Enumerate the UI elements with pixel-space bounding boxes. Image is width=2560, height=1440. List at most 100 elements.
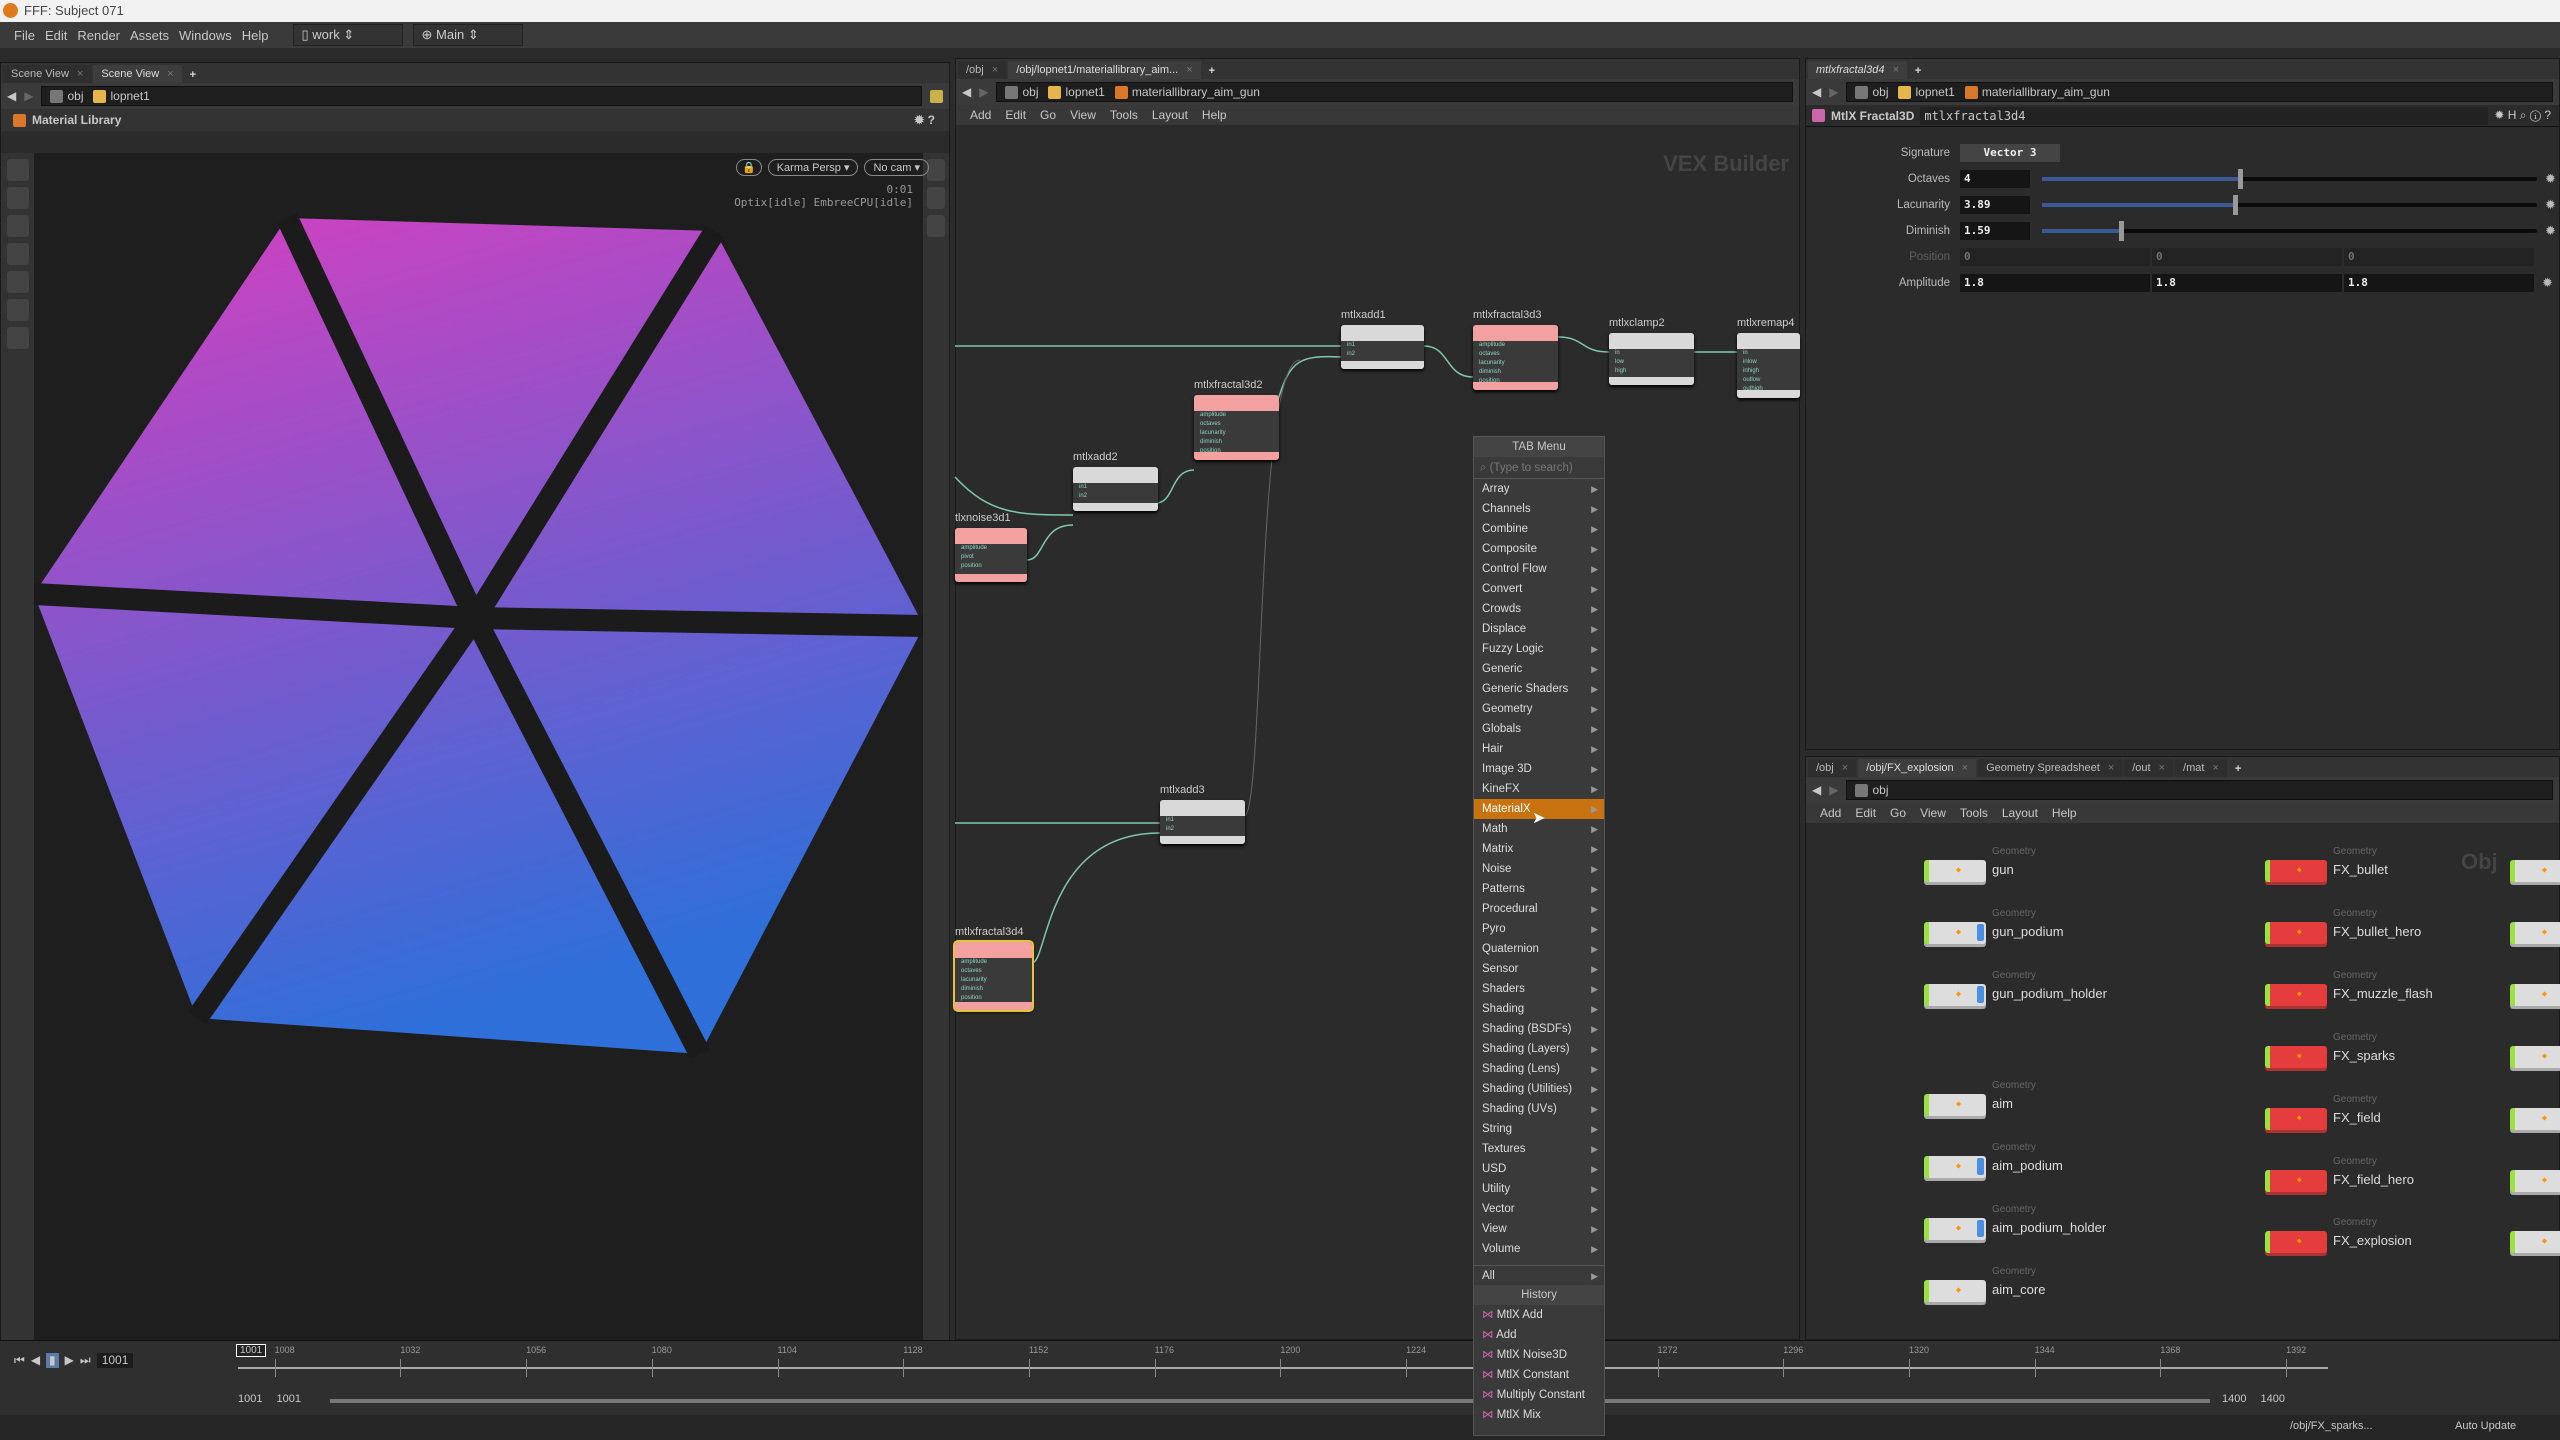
octaves-field[interactable]: 4 [1960, 170, 2030, 188]
back-arrow-icon[interactable]: ◀ [1812, 783, 1821, 797]
path-field[interactable]: obj lopnet1 materiallibrary_aim_gun [996, 82, 1793, 102]
amplitude-y[interactable]: 1.8 [2152, 274, 2342, 292]
tab-menu-item[interactable]: Combine ▶ [1474, 519, 1604, 539]
tab-menu-item[interactable]: Sensor ▶ [1474, 959, 1604, 979]
obj-menu-help[interactable]: Help [2052, 806, 2077, 820]
tab-menu-item[interactable]: Textures ▶ [1474, 1139, 1604, 1159]
tab-menu-item[interactable]: Convert ▶ [1474, 579, 1604, 599]
tab-menu-item[interactable]: Volume ▶ [1474, 1239, 1604, 1259]
lock-camera-icon[interactable]: 🔒 [736, 159, 762, 176]
tab-out[interactable]: /out × [2124, 759, 2174, 777]
net-menu-layout[interactable]: Layout [1152, 108, 1188, 122]
obj-node[interactable]: 🔸 [1924, 860, 1986, 882]
tab-menu-item[interactable]: Shading ▶ [1474, 999, 1604, 1019]
context-select[interactable]: ⊕ Main ⇕ [412, 24, 523, 46]
history-item[interactable]: ⋈ Multiply Constant [1474, 1385, 1604, 1405]
obj-menu-tools[interactable]: Tools [1960, 806, 1988, 820]
path-field[interactable]: obj lopnet1 [41, 86, 922, 106]
camera-tool-icon[interactable] [6, 327, 29, 349]
tab-menu-item[interactable]: Hair ▶ [1474, 739, 1604, 759]
light-tool-icon[interactable] [6, 299, 29, 321]
history-item[interactable]: ⋈ MtlX Noise3D [1474, 1345, 1604, 1365]
crumb-obj[interactable]: obj [1855, 85, 1888, 99]
range-slider[interactable] [330, 1399, 2210, 1403]
last-frame-icon[interactable]: ⏭ [80, 1353, 91, 1368]
display-options-icon[interactable] [927, 159, 945, 181]
obj-menu-add[interactable]: Add [1820, 806, 1841, 820]
frame-field[interactable]: 1001 [96, 1353, 134, 1368]
first-frame-icon[interactable]: ⏮ [14, 1353, 25, 1368]
obj-node[interactable]: 🔸 [2510, 1108, 2560, 1130]
current-frame-marker[interactable]: 1001 [236, 1344, 267, 1357]
timeline-ruler[interactable]: 1008 1032 1056 1080 1104 1128 1152 1176 1200 1224… [238, 1345, 2328, 1385]
tab-scene-view-1[interactable]: Scene View × [3, 65, 92, 83]
add-tab-button[interactable]: + [184, 67, 202, 83]
tab-materiallibrary[interactable]: /obj/lopnet1/materiallibrary_aim... × [1008, 61, 1201, 79]
tab-menu-item[interactable]: USD ▶ [1474, 1159, 1604, 1179]
gear-icon[interactable]: ✹ [2545, 223, 2556, 239]
menu-help[interactable]: Help [242, 28, 269, 43]
node-mtlxadd1[interactable]: in1 in2 [1341, 325, 1424, 369]
back-arrow-icon[interactable]: ◀ [1812, 85, 1821, 99]
tab-geometry-spreadsheet[interactable]: Geometry Spreadsheet × [1978, 759, 2123, 777]
camera-menu[interactable]: Karma Persp ▾ [767, 159, 859, 176]
lacunarity-field[interactable]: 3.89 [1960, 196, 2030, 214]
history-item[interactable]: ⋈ MtlX Add [1474, 1305, 1604, 1325]
position-x[interactable]: 0 [1960, 248, 2150, 266]
tab-menu-item[interactable]: Noise ▶ [1474, 859, 1604, 879]
net-menu-view[interactable]: View [1070, 108, 1096, 122]
tab-menu-item[interactable]: View ▶ [1474, 1219, 1604, 1239]
crumb-obj[interactable]: obj [1855, 783, 1888, 797]
tab-menu-item-all[interactable]: All ▶ [1474, 1265, 1604, 1285]
tab-menu-item[interactable]: Displace ▶ [1474, 619, 1604, 639]
range-end-field-2[interactable]: 1400 [2260, 1393, 2284, 1405]
obj-node[interactable]: 🔸 [1924, 1156, 1986, 1178]
obj-menu-go[interactable]: Go [1890, 806, 1906, 820]
tab-fx-explosion[interactable]: /obj/FX_explosion × [1858, 759, 1977, 777]
crumb-materiallibrary[interactable]: materiallibrary_aim_gun [1964, 85, 2110, 99]
tab-mat[interactable]: /mat × [2175, 759, 2227, 777]
net-menu-add[interactable]: Add [970, 108, 991, 122]
display-flag[interactable] [1977, 1220, 1984, 1237]
gear-icon[interactable]: ✹ [2545, 197, 2556, 213]
amplitude-x[interactable]: 1.8 [1960, 274, 2150, 292]
obj-node[interactable]: 🔸 [2510, 984, 2560, 1006]
gear-icon[interactable]: ✹ [2545, 171, 2556, 187]
node-mtlxnoise3d1[interactable]: amplitude pivot position [955, 528, 1027, 582]
diminish-field[interactable]: 1.59 [1960, 222, 2030, 240]
obj-node[interactable]: 🔸 [1924, 984, 1986, 1006]
crumb-obj[interactable]: obj [1005, 85, 1038, 99]
obj-node[interactable]: 🔸 [2265, 984, 2327, 1006]
net-menu-help[interactable]: Help [1202, 108, 1227, 122]
tab-menu-item[interactable]: String ▶ [1474, 1119, 1604, 1139]
obj-node[interactable]: 🔸 [2265, 1170, 2327, 1192]
lacunarity-slider[interactable] [2042, 195, 2537, 215]
node-name-field[interactable]: mtlxfractal3d4 [1920, 106, 2489, 125]
node-mtlxfractal3d2[interactable]: amplitude octaves lacunarity diminish positi… [1194, 395, 1279, 460]
tab-menu-item[interactable]: Fuzzy Logic ▶ [1474, 639, 1604, 659]
node-mtlxfractal3d4-selected[interactable]: amplitude octaves lacunarity diminish positi… [953, 940, 1034, 1012]
back-arrow-icon[interactable]: ◀ [962, 85, 971, 99]
obj-node[interactable]: 🔸 [2510, 1231, 2560, 1253]
path-field[interactable]: obj [1846, 780, 2553, 800]
tab-menu-item[interactable]: Shading (Lens) ▶ [1474, 1059, 1604, 1079]
play-icon[interactable]: ▶ [65, 1353, 74, 1368]
snap-icon[interactable] [927, 215, 945, 237]
gear-icon[interactable]: ✹ ? [914, 113, 935, 127]
tab-mtlxfractal3d4[interactable]: mtlxfractal3d4 × [1808, 61, 1907, 79]
tab-menu-item[interactable]: Matrix ▶ [1474, 839, 1604, 859]
obj-menu-view[interactable]: View [1920, 806, 1946, 820]
back-arrow-icon[interactable]: ◀ [7, 89, 16, 103]
forward-arrow-icon[interactable]: ▶ [1829, 783, 1838, 797]
tab-menu-item[interactable]: Procedural ▶ [1474, 899, 1604, 919]
net-menu-tools[interactable]: Tools [1110, 108, 1138, 122]
obj-menu-layout[interactable]: Layout [2002, 806, 2038, 820]
obj-node[interactable]: 🔸 [2265, 860, 2327, 882]
tab-menu-item[interactable]: Channels ▶ [1474, 499, 1604, 519]
forward-arrow-icon[interactable]: ▶ [979, 85, 988, 99]
display-flag[interactable] [1977, 924, 1984, 941]
tab-menu-item[interactable]: KineFX ▶ [1474, 779, 1604, 799]
history-item[interactable]: ⋈ MtlX Mix [1474, 1405, 1604, 1425]
add-tab-button[interactable]: + [1203, 63, 1221, 79]
cam-menu[interactable]: No cam ▾ [864, 159, 929, 176]
